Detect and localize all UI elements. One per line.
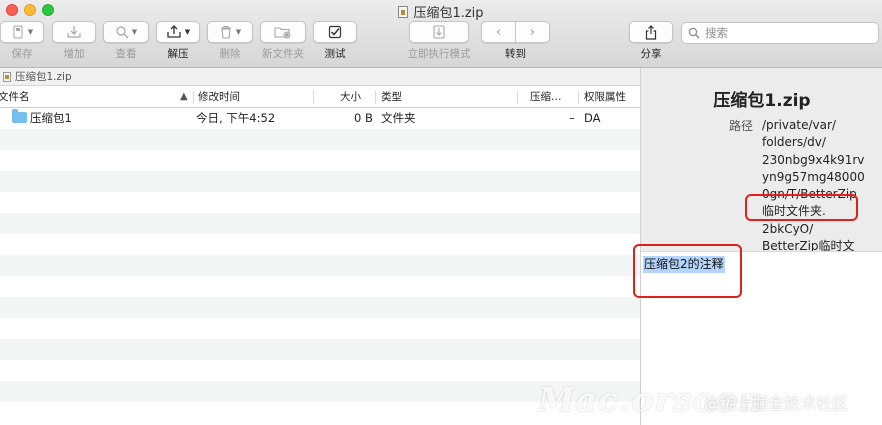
sort-ascending-icon: ▲ [180, 91, 188, 102]
goto-control: ‹ › 转到 [481, 21, 550, 61]
chevron-down-icon: ▼ [131, 28, 138, 36]
goto-segmented: ‹ › [481, 21, 550, 43]
back-chevron-icon[interactable]: ‹ [482, 22, 515, 42]
chevron-down-icon: ▼ [235, 28, 242, 36]
folder-icon [12, 109, 27, 123]
column-header-name[interactable]: 文件名 [0, 87, 30, 108]
checkbox-icon [328, 25, 342, 39]
forward-chevron-icon[interactable]: › [515, 22, 549, 42]
kind-cell: 文件夹 [381, 111, 416, 125]
trash-icon [220, 25, 231, 39]
zip-document-icon [3, 71, 11, 82]
window-title: 压缩包1.zip [0, 2, 882, 21]
empty-row [0, 213, 640, 234]
size-cell: 0 B [354, 111, 373, 125]
extract-button[interactable]: ▼ 解压 [156, 21, 200, 61]
highlight-box-comment [633, 244, 742, 298]
file-name-cell: 压缩包1 [12, 108, 72, 129]
immediate-mode-button[interactable]: 立即执行模式 [402, 21, 476, 61]
path-label: 路径 [729, 119, 754, 133]
empty-row [0, 171, 640, 192]
modified-cell: 今日, 下午4:52 [196, 111, 276, 125]
save-button[interactable]: ▼ 保存 [0, 21, 44, 61]
share-button[interactable]: 分享 [629, 21, 673, 61]
chevron-down-icon: ▼ [184, 28, 191, 36]
empty-row [0, 192, 640, 213]
add-icon [67, 26, 81, 38]
column-header-modified[interactable]: 修改时间 [198, 87, 240, 108]
new-folder-button[interactable]: 新文件夹 [260, 21, 306, 61]
share-icon [645, 24, 657, 40]
table-row[interactable]: 压缩包1 今日, 下午4:52 0 B 文件夹 – DA [0, 108, 640, 129]
watermark-credit: @稀土掘金技术社区 [704, 394, 849, 413]
path-bar-item[interactable]: 压缩包1.zip [15, 69, 72, 84]
test-button[interactable]: 测试 [313, 21, 357, 61]
view-button[interactable]: ▼ 查看 [103, 21, 149, 61]
add-button[interactable]: 增加 [52, 21, 96, 61]
inspector-title: 压缩包1.zip [713, 91, 811, 111]
empty-row [0, 318, 640, 339]
empty-row [0, 297, 640, 318]
empty-row [0, 276, 640, 297]
search-icon [688, 27, 700, 39]
new-folder-icon [274, 27, 291, 39]
path-value: /private/var/ folders/dv/ 230nbg9x4k91rv… [762, 118, 865, 251]
zip-document-icon [398, 6, 409, 18]
empty-row [0, 234, 640, 255]
file-list[interactable]: 文件名 ▲ 修改时间 大小 类型 压缩… 权限属性 压缩包1 今日, 下午4:5… [0, 87, 640, 425]
column-header-size[interactable]: 大小 [340, 87, 361, 108]
empty-row [0, 360, 640, 381]
permissions-cell: DA [584, 111, 601, 125]
search-field[interactable] [681, 22, 879, 44]
empty-row [0, 255, 640, 276]
view-icon [116, 26, 129, 39]
inspector-panel: 压缩包1.zip 路径 /private/var/ folders/dv/ 23… [640, 68, 882, 251]
run-icon [433, 25, 445, 39]
chevron-down-icon: ▼ [27, 28, 34, 36]
empty-row [0, 150, 640, 171]
extract-icon [167, 25, 181, 38]
column-header-row: 文件名 ▲ 修改时间 大小 类型 压缩… 权限属性 [0, 87, 640, 108]
compressed-cell: – [569, 111, 575, 125]
window-titlebar: 压缩包1.zip ▼ 保存 增加 ▼ 查看 ▼ 解压 ▼ 删除 新文件夹 测试 … [0, 0, 882, 68]
delete-button[interactable]: ▼ 删除 [207, 21, 253, 61]
column-header-kind[interactable]: 类型 [381, 87, 402, 108]
empty-row [0, 129, 640, 150]
highlight-box-path [745, 194, 858, 221]
save-icon [13, 25, 23, 39]
path-bar: 压缩包1.zip [0, 68, 640, 86]
empty-row [0, 339, 640, 360]
column-header-permissions[interactable]: 权限属性 [584, 87, 626, 108]
column-header-compressed[interactable]: 压缩… [530, 87, 562, 108]
search-input[interactable] [705, 26, 865, 40]
